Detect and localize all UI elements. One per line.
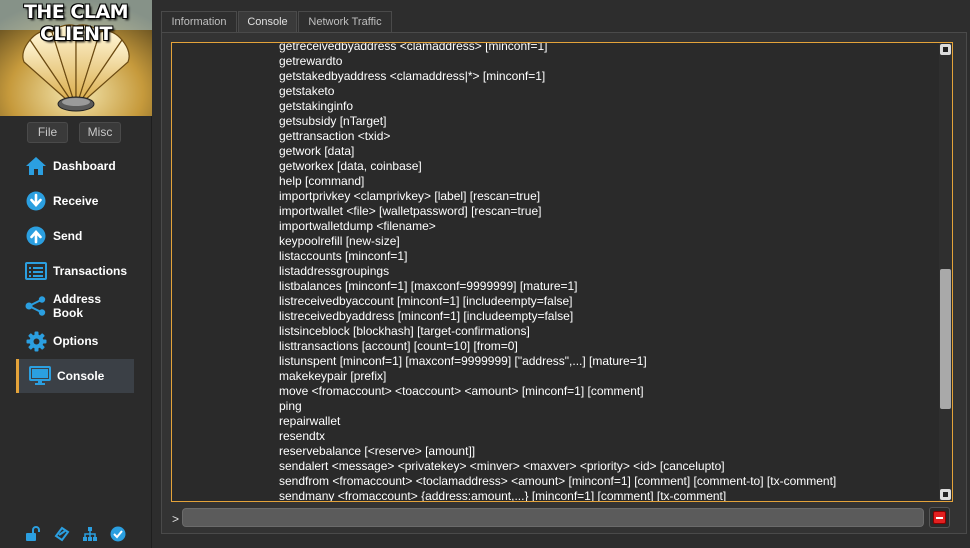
file-menu-button[interactable]: File: [27, 122, 68, 143]
console-lines: getreceivedbyaddress <clamaddress> [minc…: [279, 42, 939, 502]
nav-label: Send: [53, 229, 83, 243]
status-bar: [24, 526, 134, 542]
console-command-input[interactable]: [182, 508, 924, 527]
nav-label: Options: [53, 334, 99, 348]
download-arrow-icon: [25, 190, 47, 212]
console-line: makekeypair [prefix]: [279, 369, 387, 383]
console-output[interactable]: getreceivedbyaddress <clamaddress> [minc…: [171, 42, 953, 502]
nav-item-address-book[interactable]: Address Book: [16, 289, 134, 323]
nav-item-receive[interactable]: Receive: [16, 184, 134, 218]
console-line: sendmany <fromaccount> {address:amount,.…: [279, 489, 727, 502]
console-line: help [command]: [279, 174, 365, 188]
console-line: getrewardto: [279, 54, 343, 68]
clear-console-button[interactable]: [929, 507, 950, 528]
nav-label: Address Book: [53, 292, 102, 320]
menu-bar: File Misc: [0, 122, 152, 144]
nav-item-transactions[interactable]: Transactions: [16, 254, 134, 288]
scroll-down-button[interactable]: [940, 489, 951, 500]
console-line: listbalances [minconf=1] [maxconf=999999…: [279, 279, 578, 293]
list-icon: [25, 260, 47, 282]
console-line: importwallet <file> [walletpassword] [re…: [279, 204, 542, 218]
monitor-icon: [29, 365, 51, 387]
gear-icon: [25, 330, 47, 352]
home-icon: [25, 155, 47, 177]
console-line: getsubsidy [nTarget]: [279, 114, 387, 128]
console-scrollbar[interactable]: [939, 43, 952, 501]
scroll-up-button[interactable]: [940, 44, 951, 55]
console-line: listaddressgroupings: [279, 264, 390, 278]
tab-console[interactable]: Console: [238, 11, 297, 34]
console-prompt: >: [172, 512, 180, 526]
console-line: ping: [279, 399, 302, 413]
share-icon: [25, 295, 47, 317]
console-line: getwork [data]: [279, 144, 355, 158]
console-line: getworkex [data, coinbase]: [279, 159, 422, 173]
console-line: listunspent [minconf=1] [maxconf=9999999…: [279, 354, 647, 368]
console-line: getstaketo: [279, 84, 335, 98]
console-line: listreceivedbyaccount [minconf=1] [inclu…: [279, 294, 573, 308]
console-line: listsinceblock [blockhash] [target-confi…: [279, 324, 530, 338]
console-line: resendtx: [279, 429, 326, 443]
tab-information[interactable]: Information: [161, 11, 237, 33]
console-line: sendalert <message> <privatekey> <minver…: [279, 459, 725, 473]
nav-label: Receive: [53, 194, 99, 208]
nav-label: Dashboard: [53, 159, 116, 173]
upload-arrow-icon: [25, 225, 47, 247]
nav-item-send[interactable]: Send: [16, 219, 134, 253]
console-line: listaccounts [minconf=1]: [279, 249, 408, 263]
tab-network-traffic[interactable]: Network Traffic: [298, 11, 392, 33]
console-line: getstakedbyaddress <clamaddress|*> [minc…: [279, 69, 546, 83]
console-line: getstakinginfo: [279, 99, 354, 113]
console-line: listreceivedbyaddress [minconf=1] [inclu…: [279, 309, 574, 323]
logo-title: THE CLAM CLIENT: [23, 1, 129, 45]
nav-item-options[interactable]: Options: [16, 324, 134, 358]
console-line: sendfrom <fromaccount> <toclamaddress> <…: [279, 474, 837, 488]
synced-check-icon[interactable]: [110, 526, 126, 542]
console-line: importprivkey <clamprivkey> [label] [res…: [279, 189, 541, 203]
app-window: THE CLAM CLIENT File Misc Dashboard Rece…: [0, 0, 970, 548]
app-logo: THE CLAM CLIENT: [0, 0, 152, 116]
nav-label: Console: [57, 369, 105, 383]
console-line: getreceivedbyaddress <clamaddress> [minc…: [279, 42, 548, 53]
staking-icon[interactable]: [54, 526, 70, 542]
console-line: listtransactions [account] [count=10] [f…: [279, 339, 518, 353]
console-line: keypoolrefill [new-size]: [279, 234, 400, 248]
scroll-thumb[interactable]: [940, 269, 951, 409]
nav-item-console[interactable]: Console: [16, 359, 134, 393]
sidebar: THE CLAM CLIENT File Misc Dashboard Rece…: [0, 0, 152, 548]
network-icon[interactable]: [82, 526, 98, 542]
unlocked-icon[interactable]: [24, 526, 40, 542]
console-line: reservebalance [<reserve> [amount]]: [279, 444, 476, 458]
nav-item-dashboard[interactable]: Dashboard: [16, 149, 134, 183]
nav-label: Transactions: [53, 264, 128, 278]
console-line: gettransaction <txid>: [279, 129, 391, 143]
console-line: move <fromaccount> <toaccount> <amount> …: [279, 384, 644, 398]
console-line: repairwallet: [279, 414, 341, 428]
misc-menu-button[interactable]: Misc: [79, 122, 121, 143]
console-line: importwalletdump <filename>: [279, 219, 436, 233]
clear-icon: [933, 511, 946, 524]
